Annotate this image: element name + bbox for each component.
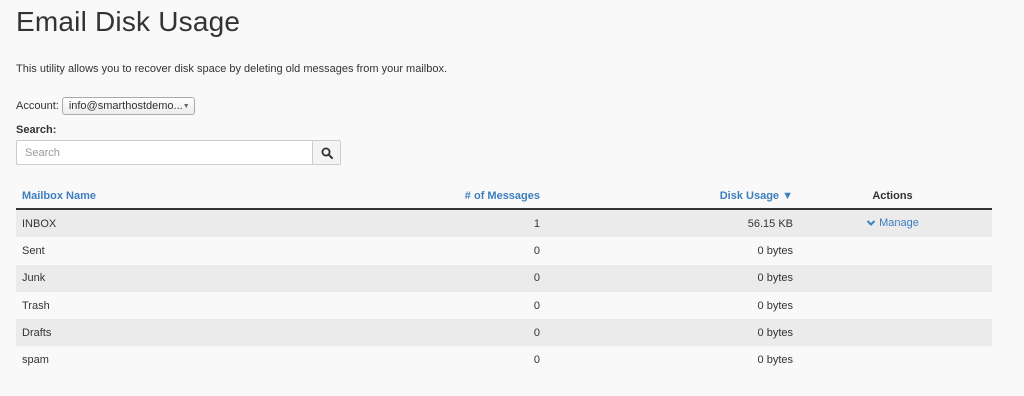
column-header-disk-usage[interactable]: Disk Usage ▼ — [540, 190, 793, 202]
message-count: 0 — [533, 244, 540, 257]
column-header-mailbox-name[interactable]: Mailbox Name — [16, 190, 376, 202]
mailbox-name: Drafts — [22, 326, 52, 339]
disk-usage: 0 bytes — [757, 299, 793, 312]
search-button[interactable] — [312, 140, 341, 165]
table-row: INBOX 1 56.15 KB Manage — [16, 210, 992, 238]
column-header-messages[interactable]: # of Messages — [376, 190, 540, 202]
mailbox-name: Junk — [22, 272, 46, 285]
account-row: Account: info@smarthostdemo... ▼ — [16, 97, 195, 115]
message-count: 1 — [533, 217, 540, 230]
account-label: Account: — [16, 100, 59, 112]
chevron-down-icon — [866, 219, 876, 226]
search-icon — [321, 147, 333, 159]
page-description: This utility allows you to recover disk … — [16, 63, 448, 75]
message-count: 0 — [533, 326, 540, 339]
message-count: 0 — [533, 354, 540, 367]
account-selected-value: info@smarthostdemo... — [68, 100, 183, 112]
message-count: 0 — [533, 272, 540, 285]
table-row: Sent 0 0 bytes — [16, 237, 992, 265]
search-box — [16, 140, 341, 165]
message-count: 0 — [533, 299, 540, 312]
mailbox-table: Mailbox Name # of Messages Disk Usage ▼ … — [16, 184, 992, 374]
page: Email Disk Usage This utility allows you… — [0, 0, 1024, 396]
page-title: Email Disk Usage — [16, 6, 241, 37]
row-actions: Manage — [793, 217, 992, 231]
disk-usage: 0 bytes — [757, 244, 793, 257]
disk-usage: 56.15 KB — [747, 217, 793, 230]
manage-link[interactable]: Manage — [866, 217, 919, 229]
account-select[interactable]: info@smarthostdemo... ▼ — [61, 97, 195, 115]
table-row: Junk 0 0 bytes — [16, 264, 992, 292]
table-row: Drafts 0 0 bytes — [16, 319, 992, 347]
caret-down-icon: ▼ — [182, 102, 190, 110]
table-row: Trash 0 0 bytes — [16, 291, 992, 320]
table-row: spam 0 0 bytes — [16, 346, 992, 374]
table-body: INBOX 1 56.15 KB Manage Sent 0 0 bytes J… — [16, 210, 992, 374]
mailbox-name: Trash — [22, 299, 50, 312]
column-header-actions: Actions — [872, 190, 913, 202]
mailbox-name: spam — [22, 354, 49, 367]
disk-usage: 0 bytes — [757, 354, 793, 367]
disk-usage: 0 bytes — [757, 272, 793, 285]
mailbox-name: Sent — [22, 244, 45, 257]
disk-usage: 0 bytes — [757, 326, 793, 339]
search-input[interactable] — [16, 140, 312, 165]
manage-label: Manage — [879, 216, 919, 229]
mailbox-name: INBOX — [22, 217, 57, 230]
table-header: Mailbox Name # of Messages Disk Usage ▼ … — [16, 184, 992, 210]
search-label: Search: — [16, 124, 57, 136]
